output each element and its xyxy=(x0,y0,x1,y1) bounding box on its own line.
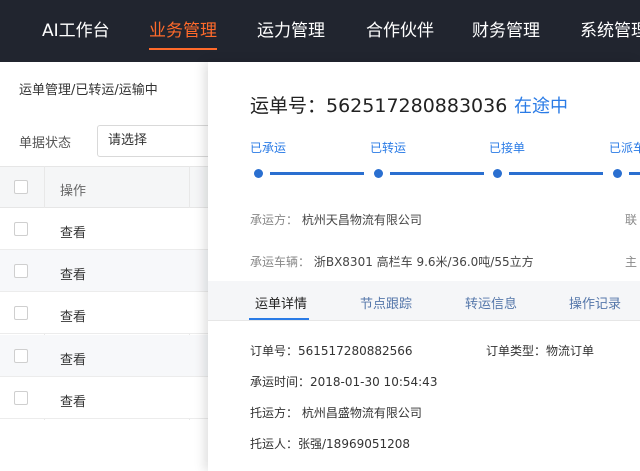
consignor: 托运人：张强/18969051208 xyxy=(250,437,411,451)
view-link[interactable]: 查看 xyxy=(60,264,86,283)
step-line xyxy=(270,172,364,175)
tab-node-tracking[interactable]: 节点跟踪 xyxy=(360,293,412,312)
order-number: 订单号：561517280882566 xyxy=(250,344,413,358)
breadcrumb: 运单管理/已转运/运输中 xyxy=(19,83,158,98)
status-filter-select[interactable]: 请选择 xyxy=(97,125,217,157)
nav-item-partners[interactable]: 合作伙伴 xyxy=(366,0,434,62)
waybill-status: 在途中 xyxy=(514,96,568,117)
step-label-accepted: 已接单 xyxy=(489,141,526,155)
step-label-carried: 已承运 xyxy=(250,141,287,155)
active-tab-underline xyxy=(249,318,309,320)
table-row xyxy=(0,250,210,292)
step-line xyxy=(390,172,484,175)
row-checkbox[interactable] xyxy=(14,391,28,405)
shipper: 托运方： 杭州昌盛物流有限公司 xyxy=(250,406,422,420)
step-dot xyxy=(254,169,263,178)
table-row xyxy=(0,292,210,334)
active-nav-underline xyxy=(149,48,217,50)
carrier-info: 承运方： 杭州天昌物流有限公司 xyxy=(250,211,422,228)
nav-item-system[interactable]: 系统管理 xyxy=(580,0,640,62)
vehicle-right-label: 主 xyxy=(625,255,638,269)
nav-item-finance[interactable]: 财务管理 xyxy=(472,0,540,62)
carrier-right-label: 联 xyxy=(625,213,638,227)
view-link[interactable]: 查看 xyxy=(60,391,86,410)
table-row xyxy=(0,208,210,250)
status-filter-label: 单据状态 xyxy=(19,136,72,151)
step-label-dispatched: 已派车 xyxy=(609,141,640,155)
view-link[interactable]: 查看 xyxy=(60,306,86,325)
carrier-label: 承运方： xyxy=(250,213,299,227)
row-checkbox[interactable] xyxy=(14,264,28,278)
nav-item-business-label: 业务管理 xyxy=(149,21,217,41)
nav-item-ai-workbench[interactable]: AI工作台 xyxy=(42,0,110,62)
tab-waybill-detail[interactable]: 运单详情 xyxy=(255,293,307,312)
tab-transfer-info[interactable]: 转运信息 xyxy=(465,293,517,312)
top-navbar: AI工作台 业务管理 运力管理 合作伙伴 财务管理 系统管理 xyxy=(0,0,640,62)
view-link[interactable]: 查看 xyxy=(60,349,86,368)
order-type: 订单类型：物流订单 xyxy=(486,344,595,358)
step-dot xyxy=(374,169,383,178)
step-line xyxy=(509,172,603,175)
view-link[interactable]: 查看 xyxy=(60,222,86,241)
nav-item-business[interactable]: 业务管理 xyxy=(149,0,217,62)
row-checkbox[interactable] xyxy=(14,222,28,236)
row-checkbox[interactable] xyxy=(14,306,28,320)
carrier-value: 杭州天昌物流有限公司 xyxy=(301,213,422,227)
select-all-checkbox[interactable] xyxy=(14,180,28,194)
step-dot xyxy=(613,169,622,178)
tab-operation-log[interactable]: 操作记录 xyxy=(569,293,621,312)
vehicle-label: 承运车辆： xyxy=(250,255,311,269)
carry-time: 承运时间：2018-01-30 10:54:43 xyxy=(250,375,438,389)
column-header-operation: 操作 xyxy=(60,184,87,199)
table-header xyxy=(0,166,210,208)
table-row xyxy=(0,335,210,377)
vehicle-value: 浙BX8301 高栏车 9.6米/36.0吨/55立方 xyxy=(313,255,534,269)
step-dot xyxy=(493,169,502,178)
waybill-number-title: 运单号：562517280883036 xyxy=(250,95,508,117)
step-line xyxy=(629,172,640,175)
table-row xyxy=(0,377,210,419)
step-label-transferred: 已转运 xyxy=(370,141,407,155)
vehicle-info: 承运车辆： 浙BX8301 高栏车 9.6米/36.0吨/55立方 xyxy=(250,253,534,270)
nav-item-capacity[interactable]: 运力管理 xyxy=(257,0,325,62)
row-checkbox[interactable] xyxy=(14,349,28,363)
